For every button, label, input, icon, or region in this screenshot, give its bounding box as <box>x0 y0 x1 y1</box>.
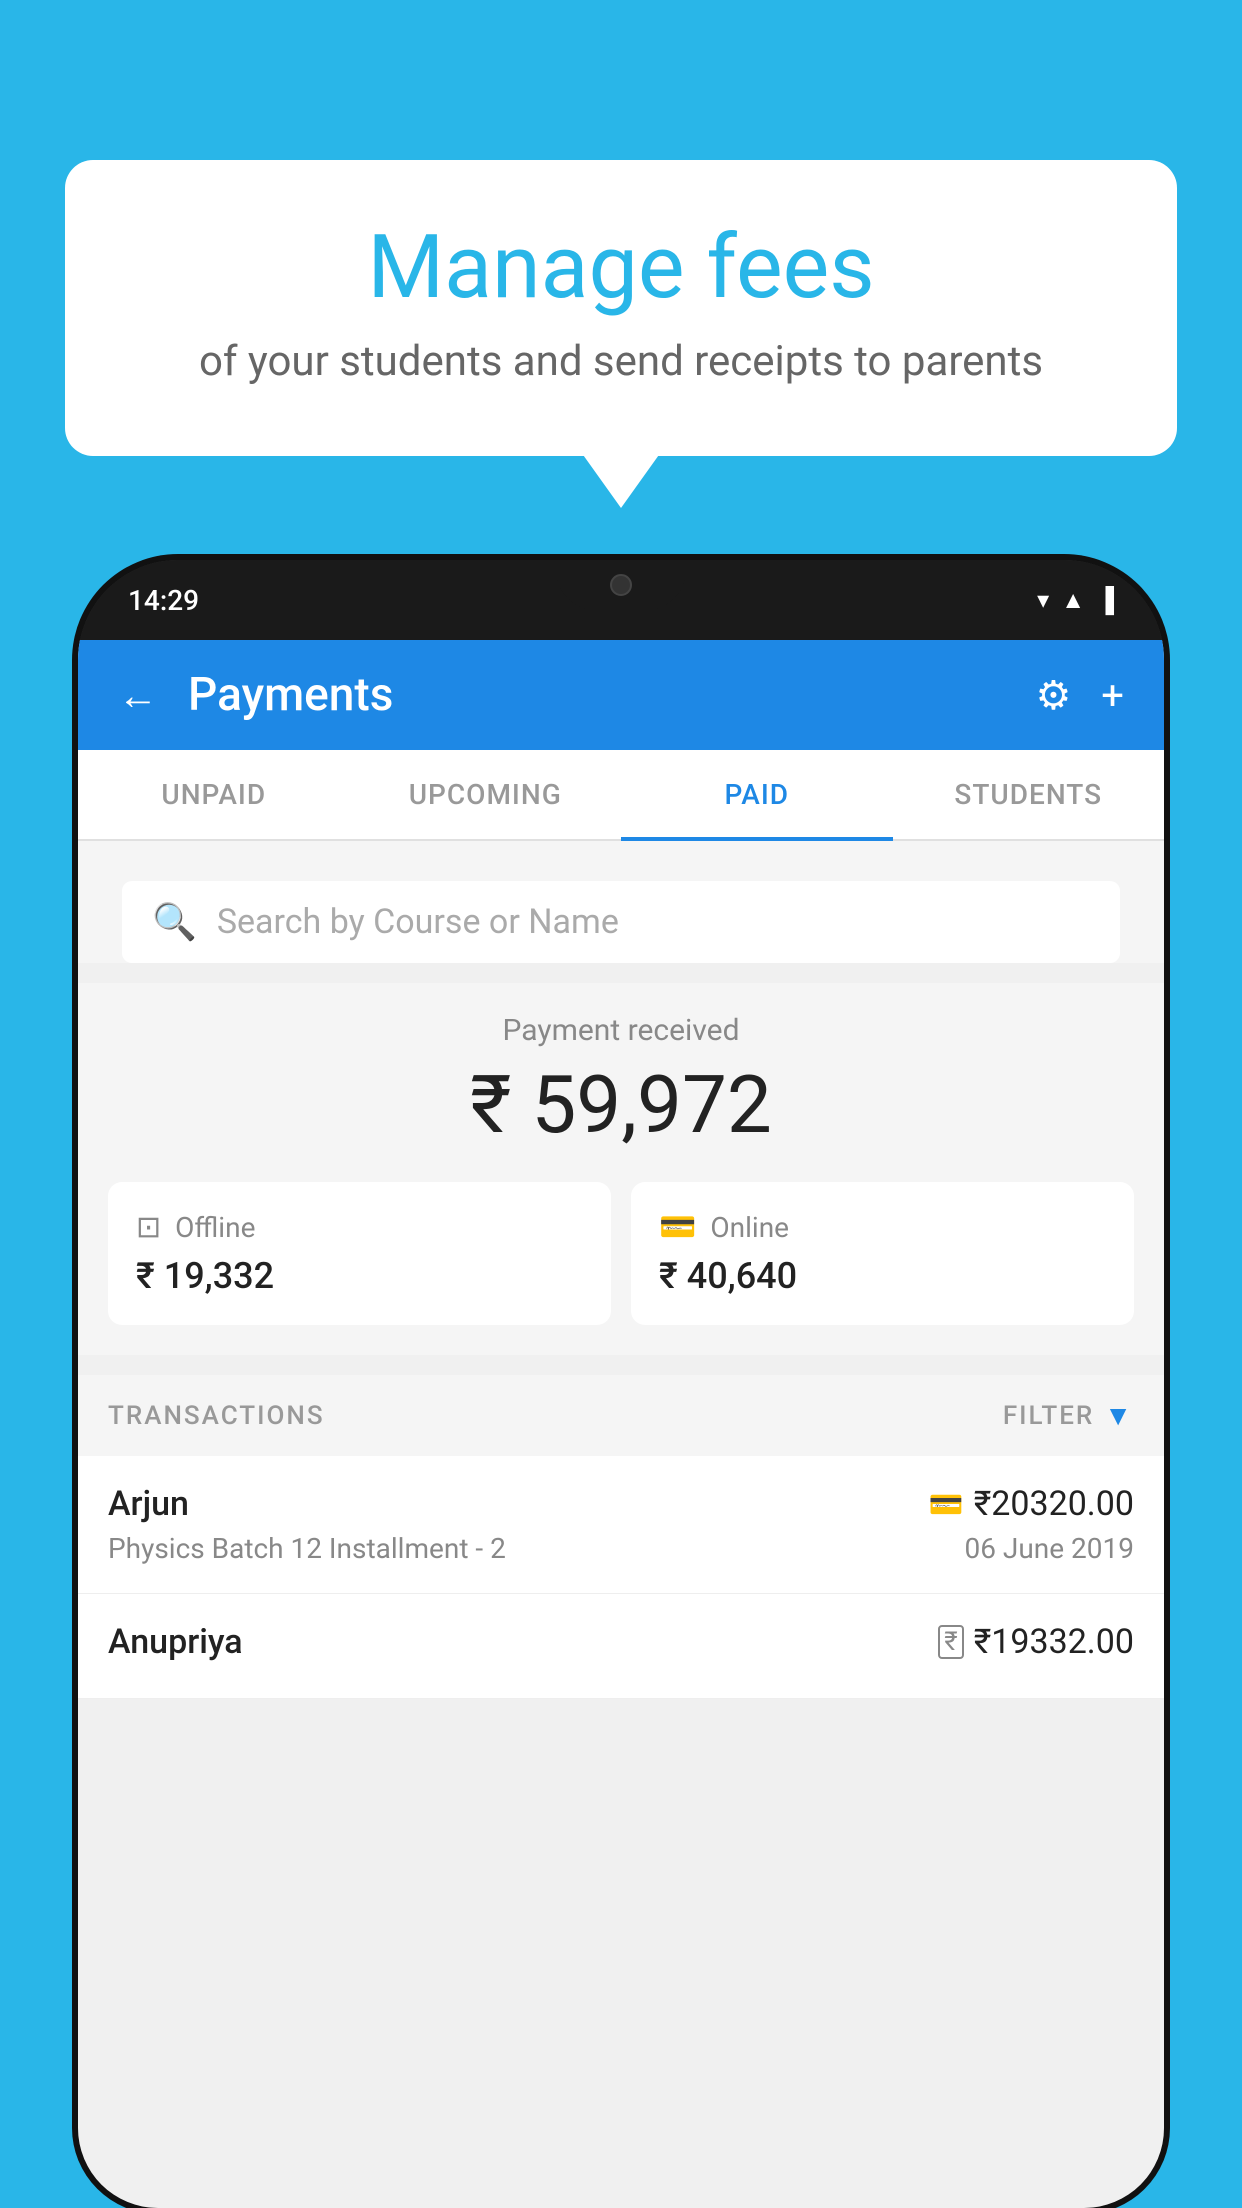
tab-unpaid[interactable]: UNPAID <box>78 750 350 839</box>
payment-breakdown: ⊡ Offline ₹ 19,332 💳 Online ₹ 40,640 <box>108 1182 1134 1325</box>
battery-icon: ▐ <box>1097 586 1114 615</box>
tab-students[interactable]: STUDENTS <box>893 750 1165 839</box>
tab-paid[interactable]: PAID <box>621 750 893 839</box>
transaction-course: Physics Batch 12 Installment - 2 <box>108 1532 929 1565</box>
filter-button[interactable]: FILTER ▼ <box>1003 1399 1134 1432</box>
speech-bubble: Manage fees of your students and send re… <box>65 160 1177 456</box>
status-icons: ▾ ▲ ▐ <box>1037 586 1114 615</box>
offline-label-row: ⊡ Offline <box>136 1210 583 1245</box>
online-card: 💳 Online ₹ 40,640 <box>631 1182 1134 1325</box>
transaction-name: Arjun <box>108 1484 929 1524</box>
card-payment-icon: 💳 <box>929 1488 964 1521</box>
transaction-amount-section: ₹ ₹19332.00 <box>938 1622 1134 1670</box>
tab-upcoming[interactable]: UPCOMING <box>350 750 622 839</box>
transaction-row[interactable]: Arjun Physics Batch 12 Installment - 2 💳… <box>78 1456 1164 1594</box>
transactions-header: TRANSACTIONS FILTER ▼ <box>78 1375 1164 1456</box>
status-bar: 14:29 ▾ ▲ ▐ <box>78 560 1164 640</box>
search-icon: 🔍 <box>152 901 197 943</box>
search-bar[interactable]: 🔍 Search by Course or Name <box>122 881 1120 963</box>
app-screen: ← Payments ⚙ + UNPAID UPCOMING PAID STUD… <box>78 640 1164 2208</box>
payment-total: ₹ 59,972 <box>108 1058 1134 1152</box>
transaction-row[interactable]: Anupriya ₹ ₹19332.00 <box>78 1594 1164 1699</box>
offline-amount: ₹ 19,332 <box>136 1255 583 1297</box>
phone-frame: 14:29 ▾ ▲ ▐ ← Payments ⚙ + UNPAID UPCOM <box>78 560 1164 2208</box>
transaction-info: Anupriya <box>108 1622 938 1670</box>
filter-icon: ▼ <box>1104 1399 1134 1432</box>
camera <box>610 574 632 596</box>
transaction-date: 06 June 2019 <box>929 1532 1134 1565</box>
transactions-label: TRANSACTIONS <box>108 1401 325 1431</box>
transaction-amount-row: 💳 ₹20320.00 <box>929 1484 1134 1524</box>
signal-icon: ▲ <box>1061 586 1085 615</box>
wifi-icon: ▾ <box>1037 586 1049 614</box>
speech-bubble-subtitle: of your students and send receipts to pa… <box>145 337 1097 386</box>
app-header: ← Payments ⚙ + <box>78 640 1164 750</box>
payment-received-label: Payment received <box>108 1013 1134 1048</box>
back-button[interactable]: ← <box>118 672 158 719</box>
status-time: 14:29 <box>128 584 199 617</box>
payment-summary: Payment received ₹ 59,972 ⊡ Offline ₹ 19… <box>78 983 1164 1355</box>
online-label-row: 💳 Online <box>659 1210 1106 1245</box>
online-amount: ₹ 40,640 <box>659 1255 1106 1297</box>
transaction-amount: ₹19332.00 <box>974 1622 1134 1662</box>
page-title: Payments <box>188 668 1005 722</box>
header-actions: ⚙ + <box>1035 672 1124 719</box>
offline-card: ⊡ Offline ₹ 19,332 <box>108 1182 611 1325</box>
speech-bubble-title: Manage fees <box>145 220 1097 317</box>
add-button[interactable]: + <box>1101 672 1124 719</box>
transaction-amount-section: 💳 ₹20320.00 06 June 2019 <box>929 1484 1134 1565</box>
tab-bar: UNPAID UPCOMING PAID STUDENTS <box>78 750 1164 841</box>
transaction-name: Anupriya <box>108 1622 938 1662</box>
offline-icon: ⊡ <box>136 1210 161 1245</box>
transaction-amount-row: ₹ ₹19332.00 <box>938 1622 1134 1662</box>
settings-icon[interactable]: ⚙ <box>1035 672 1071 719</box>
transaction-info: Arjun Physics Batch 12 Installment - 2 <box>108 1484 929 1565</box>
search-placeholder: Search by Course or Name <box>217 902 619 942</box>
cash-payment-icon: ₹ <box>938 1625 963 1659</box>
transaction-amount: ₹20320.00 <box>974 1484 1134 1524</box>
online-icon: 💳 <box>659 1210 696 1245</box>
phone-notch <box>556 560 686 610</box>
